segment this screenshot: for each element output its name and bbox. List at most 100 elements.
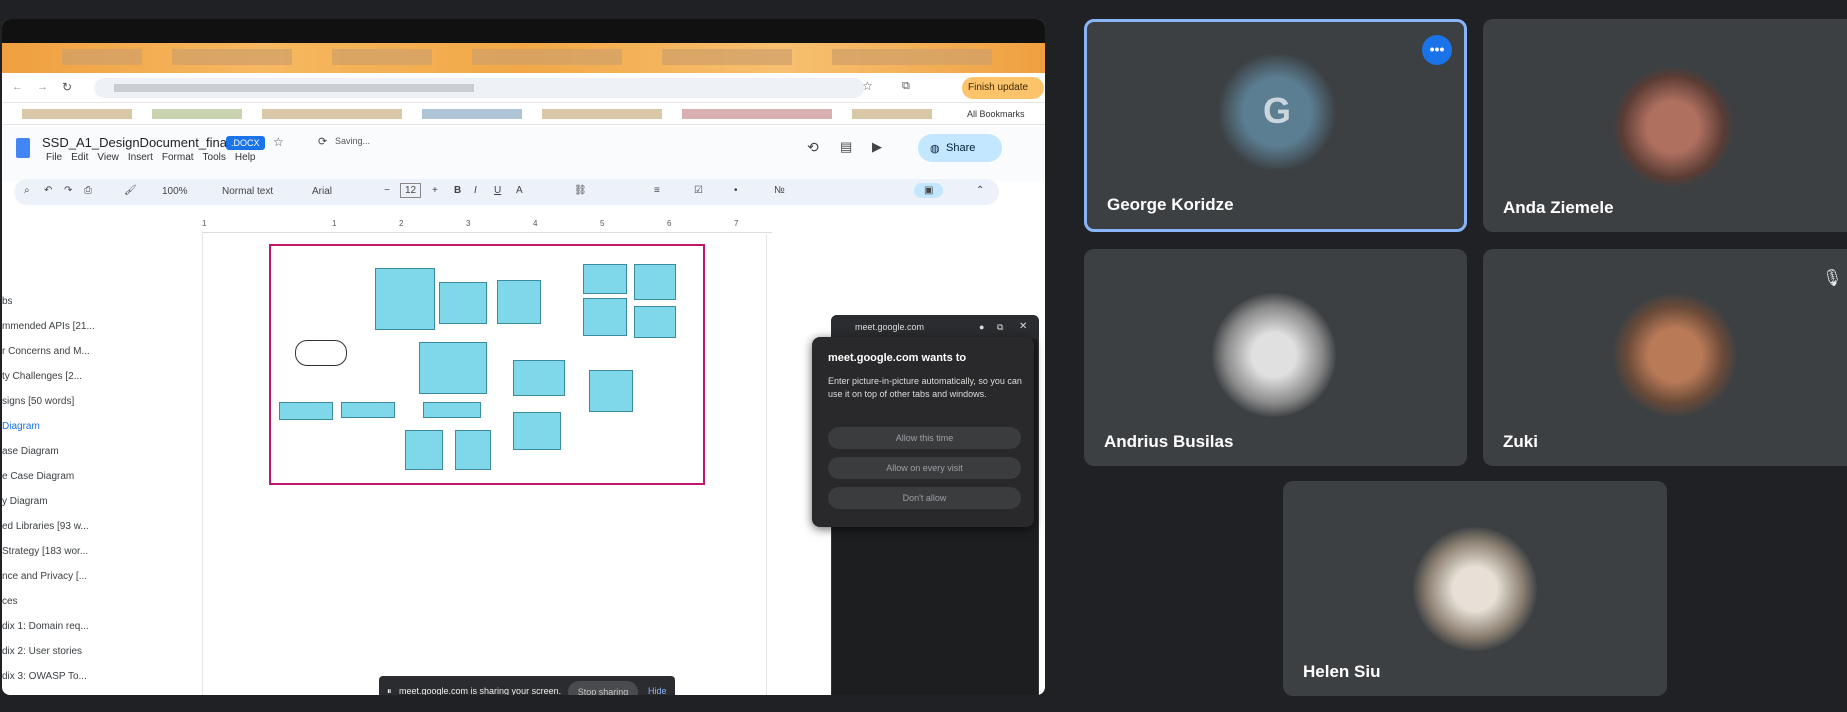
- bullets-icon[interactable]: •: [734, 185, 738, 196]
- avatar: [1613, 293, 1737, 417]
- font-size-field[interactable]: 12: [400, 183, 422, 198]
- outline-item[interactable]: ase Diagram: [2, 439, 107, 464]
- docs-logo-icon[interactable]: [16, 138, 30, 158]
- menu-help[interactable]: Help: [235, 152, 256, 163]
- meet-icon[interactable]: ▶: [872, 139, 882, 155]
- participant-tile-george[interactable]: G George Koridze: [1084, 19, 1467, 232]
- mic-off-icon: 🎙: [1822, 270, 1843, 287]
- dialog-body: Enter picture-in-picture automatically, …: [828, 376, 1022, 399]
- all-bookmarks-link[interactable]: All Bookmarks: [967, 109, 1025, 119]
- menu-tools[interactable]: Tools: [203, 152, 226, 163]
- menu-insert[interactable]: Insert: [128, 152, 153, 163]
- menu-edit[interactable]: Edit: [71, 152, 88, 163]
- forward-icon[interactable]: →: [37, 81, 48, 93]
- collapse-icon[interactable]: ⌃: [976, 185, 984, 196]
- outline-item[interactable]: e Case Diagram: [2, 464, 107, 489]
- allow-this-time-button[interactable]: Allow this time: [828, 427, 1021, 449]
- document-outline: bs mmended APIs [21... r Concerns and M...…: [2, 289, 107, 695]
- italic-icon[interactable]: I: [474, 185, 477, 196]
- outline-item[interactable]: y Diagram: [2, 489, 107, 514]
- mic-icon[interactable]: ●: [979, 315, 984, 339]
- allow-every-visit-button[interactable]: Allow on every visit: [828, 457, 1021, 479]
- avatar: [1212, 293, 1336, 417]
- reload-icon[interactable]: ↻: [62, 80, 72, 94]
- url-field[interactable]: [94, 78, 864, 98]
- saving-status: Saving...: [335, 136, 371, 146]
- dont-allow-button[interactable]: Don't allow: [828, 487, 1021, 509]
- ruler: 1 1 2 3 4 5 6 7: [202, 219, 772, 233]
- numbered-list-icon[interactable]: №: [774, 185, 785, 196]
- checklist-icon[interactable]: ☑: [694, 185, 703, 196]
- menu-format[interactable]: Format: [162, 152, 194, 163]
- underline-icon[interactable]: U: [494, 185, 501, 196]
- bold-icon[interactable]: B: [454, 185, 461, 196]
- pip-title-bar: meet.google.com ✕ ⧉ ●: [831, 315, 1039, 339]
- redo-icon[interactable]: ↷: [64, 185, 72, 196]
- outline-item[interactable]: signs [50 words]: [2, 389, 107, 414]
- menu-view[interactable]: View: [97, 152, 119, 163]
- outline-item[interactable]: dix 4: OWASP To...: [2, 689, 107, 695]
- pause-icon: ⏸: [387, 686, 392, 695]
- print-icon[interactable]: ⎙: [84, 185, 92, 196]
- decrease-font-icon[interactable]: −: [384, 185, 390, 196]
- hide-link[interactable]: Hide: [648, 686, 667, 695]
- avatar: [1613, 67, 1733, 187]
- outline-item[interactable]: mmended APIs [21...: [2, 314, 107, 339]
- outline-item[interactable]: bs: [2, 289, 107, 314]
- dialog-title: meet.google.com wants to: [828, 352, 967, 364]
- shared-screen: ← → ↻ ☆ ⧉ Finish update All Bookmarks SS…: [2, 19, 1045, 695]
- outline-item[interactable]: ces: [2, 589, 107, 614]
- outline-item[interactable]: ty Challenges [2...: [2, 364, 107, 389]
- browser-top-bar: [2, 19, 1045, 43]
- participant-name: Zuki: [1503, 432, 1538, 451]
- pip-origin: meet.google.com: [855, 322, 925, 332]
- extensions-icon[interactable]: ⧉: [902, 80, 910, 93]
- close-icon[interactable]: ✕: [1019, 315, 1027, 339]
- outline-item[interactable]: dix 3: OWASP To...: [2, 664, 107, 689]
- link-icon[interactable]: ⛓: [574, 185, 587, 196]
- participant-name: Andrius Busilas: [1104, 432, 1234, 451]
- participant-name: George Koridze: [1107, 195, 1234, 214]
- comments-icon[interactable]: ▤: [840, 139, 852, 155]
- outline-item[interactable]: dix 1: Domain req...: [2, 614, 107, 639]
- history-icon[interactable]: ⟲: [807, 139, 819, 156]
- outline-item[interactable]: nce and Privacy [...: [2, 564, 107, 589]
- outline-item[interactable]: Strategy [183 wor...: [2, 539, 107, 564]
- zoom-select[interactable]: 100%: [162, 186, 188, 197]
- menu-file[interactable]: File: [46, 152, 62, 163]
- share-message: meet.google.com is sharing your screen.: [399, 686, 562, 695]
- sync-icon: ⟳: [318, 136, 328, 148]
- outline-item[interactable]: dix 2: User stories: [2, 639, 107, 664]
- increase-font-icon[interactable]: +: [432, 185, 438, 196]
- participant-tile-andrius[interactable]: Andrius Busilas: [1084, 249, 1467, 466]
- participant-name: Helen Siu: [1303, 662, 1381, 681]
- more-options-icon[interactable]: •••: [1422, 35, 1452, 65]
- class-diagram-image[interactable]: [269, 244, 705, 485]
- participant-tile-anda[interactable]: Anda Ziemele: [1483, 19, 1847, 232]
- paint-format-icon[interactable]: 🖌: [124, 185, 137, 196]
- formatting-toolbar: ⌕ ↶ ↷ ⎙ 🖌 100% Normal text Arial − 12 + …: [14, 179, 999, 205]
- outline-item[interactable]: Diagram: [2, 414, 107, 439]
- search-icon[interactable]: ⌕: [24, 185, 30, 196]
- participant-tile-zuki[interactable]: Zuki: [1483, 249, 1847, 466]
- align-icon[interactable]: ≡: [654, 185, 660, 196]
- document-title[interactable]: SSD_A1_DesignDocument_final: [42, 135, 230, 150]
- stop-sharing-button[interactable]: Stop sharing: [568, 681, 638, 695]
- outline-item[interactable]: r Concerns and M...: [2, 339, 107, 364]
- participant-name: Anda Ziemele: [1503, 198, 1614, 217]
- back-to-tab-icon[interactable]: ⧉: [997, 315, 1003, 339]
- docx-badge: .DOCX: [226, 136, 265, 150]
- undo-icon[interactable]: ↶: [44, 185, 52, 196]
- globe-icon: ◍: [930, 143, 940, 155]
- outline-item[interactable]: ed Libraries [93 w...: [2, 514, 107, 539]
- star-doc-icon[interactable]: ☆: [273, 135, 284, 149]
- style-select[interactable]: Normal text: [222, 186, 273, 197]
- back-icon[interactable]: ←: [12, 81, 23, 93]
- image-options-icon[interactable]: ▣: [914, 183, 944, 198]
- participant-tile-helen[interactable]: Helen Siu: [1283, 481, 1667, 696]
- finish-update-button[interactable]: Finish update: [962, 77, 1044, 99]
- tab-strip[interactable]: [2, 43, 1045, 73]
- text-color-icon[interactable]: A: [516, 185, 523, 196]
- menu-bar: File Edit View Insert Format Tools Help: [46, 152, 255, 163]
- font-select[interactable]: Arial: [312, 186, 332, 197]
